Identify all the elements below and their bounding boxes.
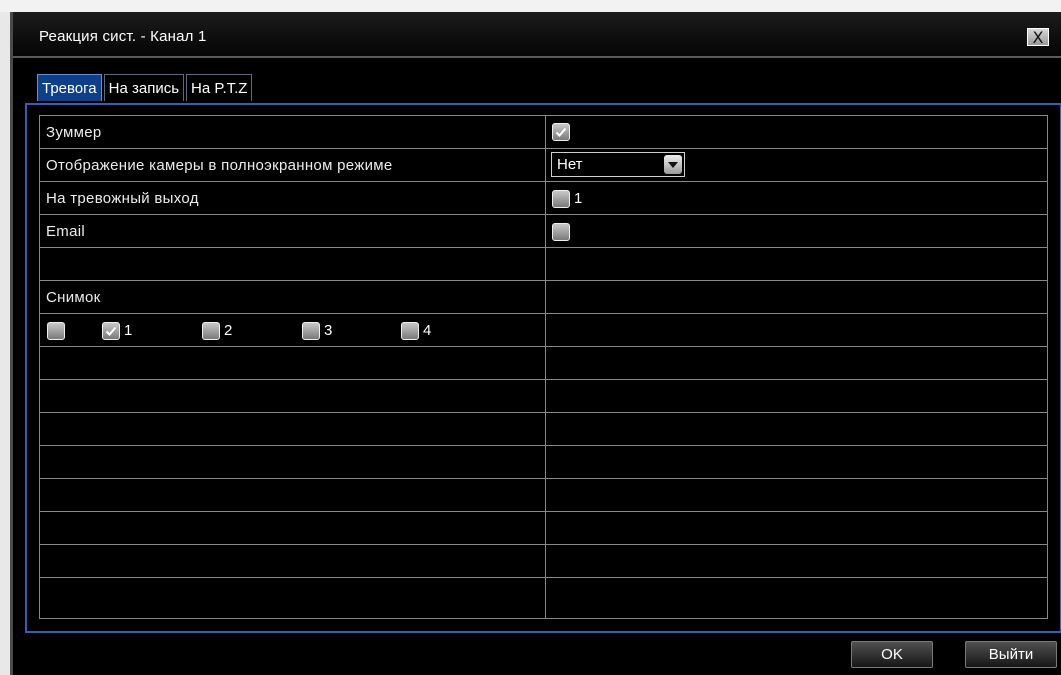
- tab-panel: Зуммер Отображение камеры в полноэкранно…: [25, 103, 1061, 633]
- snapshot-channel-4-label: 4: [423, 322, 432, 339]
- tab-ptz[interactable]: На P.T.Z: [186, 74, 253, 101]
- close-button[interactable]: X: [1027, 28, 1049, 46]
- row-buzzer: Зуммер: [40, 116, 1047, 149]
- tab-bar: Тревога На запись На P.T.Z: [37, 74, 254, 102]
- settings-grid: Зуммер Отображение камеры в полноэкранно…: [39, 115, 1048, 619]
- snapshot-channel-1-checkbox[interactable]: [102, 322, 120, 340]
- buzzer-label: Зуммер: [46, 124, 102, 141]
- buzzer-checkbox[interactable]: [552, 123, 570, 141]
- row-empty: [40, 446, 1047, 479]
- system-response-dialog: Реакция сист. - Канал 1 X Тревога На зап…: [10, 12, 1061, 675]
- fullscreen-select[interactable]: Нет: [551, 152, 685, 177]
- tab-alarm[interactable]: Тревога: [37, 74, 102, 101]
- close-icon: X: [1032, 28, 1044, 47]
- row-empty: [40, 578, 1047, 618]
- ok-button[interactable]: OK: [851, 641, 933, 668]
- alarm-out-option-label: 1: [574, 190, 583, 207]
- snapshot-channel-1-label: 1: [124, 322, 133, 339]
- alarm-out-checkbox[interactable]: [552, 190, 570, 208]
- row-snapshot: Снимок: [40, 281, 1047, 314]
- row-empty: [40, 545, 1047, 578]
- snapshot-all-checkbox[interactable]: [47, 322, 65, 340]
- row-empty: [40, 248, 1047, 281]
- row-fullscreen: Отображение камеры в полноэкранном режим…: [40, 149, 1047, 182]
- row-empty: [40, 512, 1047, 545]
- fullscreen-select-value: Нет: [557, 156, 583, 173]
- row-empty: [40, 413, 1047, 446]
- snapshot-channel-2-checkbox[interactable]: [202, 322, 220, 340]
- snapshot-channel-3-checkbox[interactable]: [302, 322, 320, 340]
- exit-button[interactable]: Выйти: [965, 641, 1057, 668]
- snapshot-channel-4-checkbox[interactable]: [401, 322, 419, 340]
- chevron-down-icon: [664, 155, 682, 174]
- snapshot-channel-3-label: 3: [324, 322, 333, 339]
- tab-record[interactable]: На запись: [103, 74, 185, 101]
- row-empty: [40, 380, 1047, 413]
- snapshot-channel-2-label: 2: [224, 322, 233, 339]
- row-email: Email: [40, 215, 1047, 248]
- fullscreen-label: Отображение камеры в полноэкранном режим…: [46, 157, 393, 174]
- email-label: Email: [46, 223, 86, 240]
- snapshot-label: Снимок: [46, 289, 101, 306]
- row-empty: [40, 479, 1047, 512]
- dialog-title: Реакция сист. - Канал 1: [39, 28, 207, 45]
- top-strip: [0, 0, 1061, 12]
- check-icon: [555, 127, 567, 137]
- row-alarm-out: На тревожный выход 1: [40, 182, 1047, 215]
- check-icon: [105, 326, 117, 336]
- alarm-out-label: На тревожный выход: [46, 190, 199, 207]
- row-empty: [40, 347, 1047, 380]
- title-bar: Реакция сист. - Канал 1 X: [13, 12, 1061, 58]
- row-snapshot-channels: 1 2 3 4: [40, 314, 1047, 347]
- email-checkbox[interactable]: [552, 223, 570, 241]
